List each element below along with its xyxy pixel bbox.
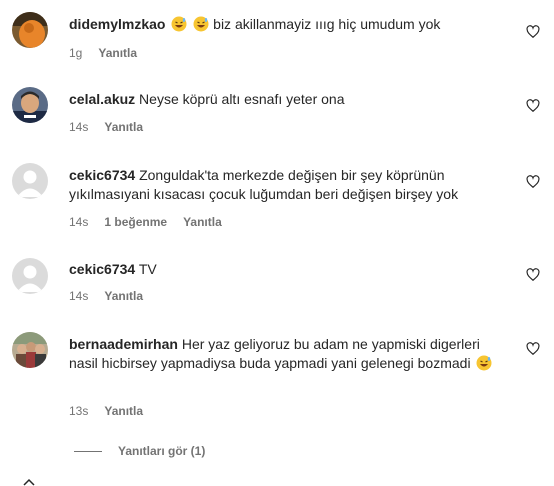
grinning-sweat-emoji — [191, 16, 213, 32]
view-replies-label: Yanıtları gör (1) — [118, 444, 206, 458]
avatar[interactable] — [12, 332, 48, 368]
username[interactable]: cekic6734 — [69, 167, 135, 183]
comment-meta: 14s 1 beğenme Yanıtla — [69, 214, 222, 230]
divider — [74, 451, 102, 453]
view-replies-button[interactable]: Yanıtları gör (1) — [74, 443, 205, 459]
timestamp[interactable]: 14s — [69, 289, 88, 303]
reply-button[interactable]: Yanıtla — [98, 46, 137, 60]
comment-text: cekic6734 TV — [69, 260, 509, 279]
likes-count[interactable]: 1 beğenme — [104, 215, 167, 229]
username[interactable]: didemylmzkao — [69, 16, 165, 32]
timestamp[interactable]: 13s — [69, 404, 88, 418]
comment-meta: 1g Yanıtla — [69, 45, 137, 61]
comment-meta: 14s Yanıtla — [69, 119, 143, 135]
timestamp[interactable]: 1g — [69, 46, 82, 60]
username[interactable]: cekic6734 — [69, 261, 135, 277]
comment-text: cekic6734 Zonguldak'ta merkezde değişen … — [69, 166, 509, 204]
reply-button[interactable]: Yanıtla — [104, 289, 143, 303]
reply-button[interactable]: Yanıtla — [104, 404, 143, 418]
heart-icon[interactable] — [526, 342, 540, 356]
comment-meta: 13s Yanıtla — [69, 403, 143, 419]
reply-button[interactable]: Yanıtla — [183, 215, 222, 229]
chevron-up-icon[interactable] — [22, 478, 36, 486]
reply-button[interactable]: Yanıtla — [104, 120, 143, 134]
comment-meta: 14s Yanıtla — [69, 288, 143, 304]
comment-text: didemylmzkao biz akillanmayiz ıııg hiç u… — [69, 15, 509, 34]
comment-text: bernaademirhan Her yaz geliyoruz bu adam… — [69, 335, 509, 373]
heart-icon[interactable] — [526, 99, 540, 113]
heart-icon[interactable] — [526, 268, 540, 282]
avatar[interactable] — [12, 12, 48, 48]
timestamp[interactable]: 14s — [69, 120, 88, 134]
timestamp[interactable]: 14s — [69, 215, 88, 229]
avatar[interactable] — [12, 258, 48, 294]
username[interactable]: celal.akuz — [69, 91, 135, 107]
comment-message: TV — [138, 261, 157, 277]
heart-icon[interactable] — [526, 175, 540, 189]
grinning-sweat-emoji — [471, 355, 493, 371]
comment-message: biz akillanmayiz ıııg hiç umudum yok — [213, 16, 441, 32]
comment-text: celal.akuz Neyse köprü altı esnafı yeter… — [69, 90, 509, 109]
heart-icon[interactable] — [526, 25, 540, 39]
grinning-sweat-emoji — [169, 16, 191, 32]
avatar[interactable] — [12, 87, 48, 123]
comment-message: Neyse köprü altı esnafı yeter ona — [139, 91, 345, 107]
avatar[interactable] — [12, 163, 48, 199]
username[interactable]: bernaademirhan — [69, 336, 178, 352]
